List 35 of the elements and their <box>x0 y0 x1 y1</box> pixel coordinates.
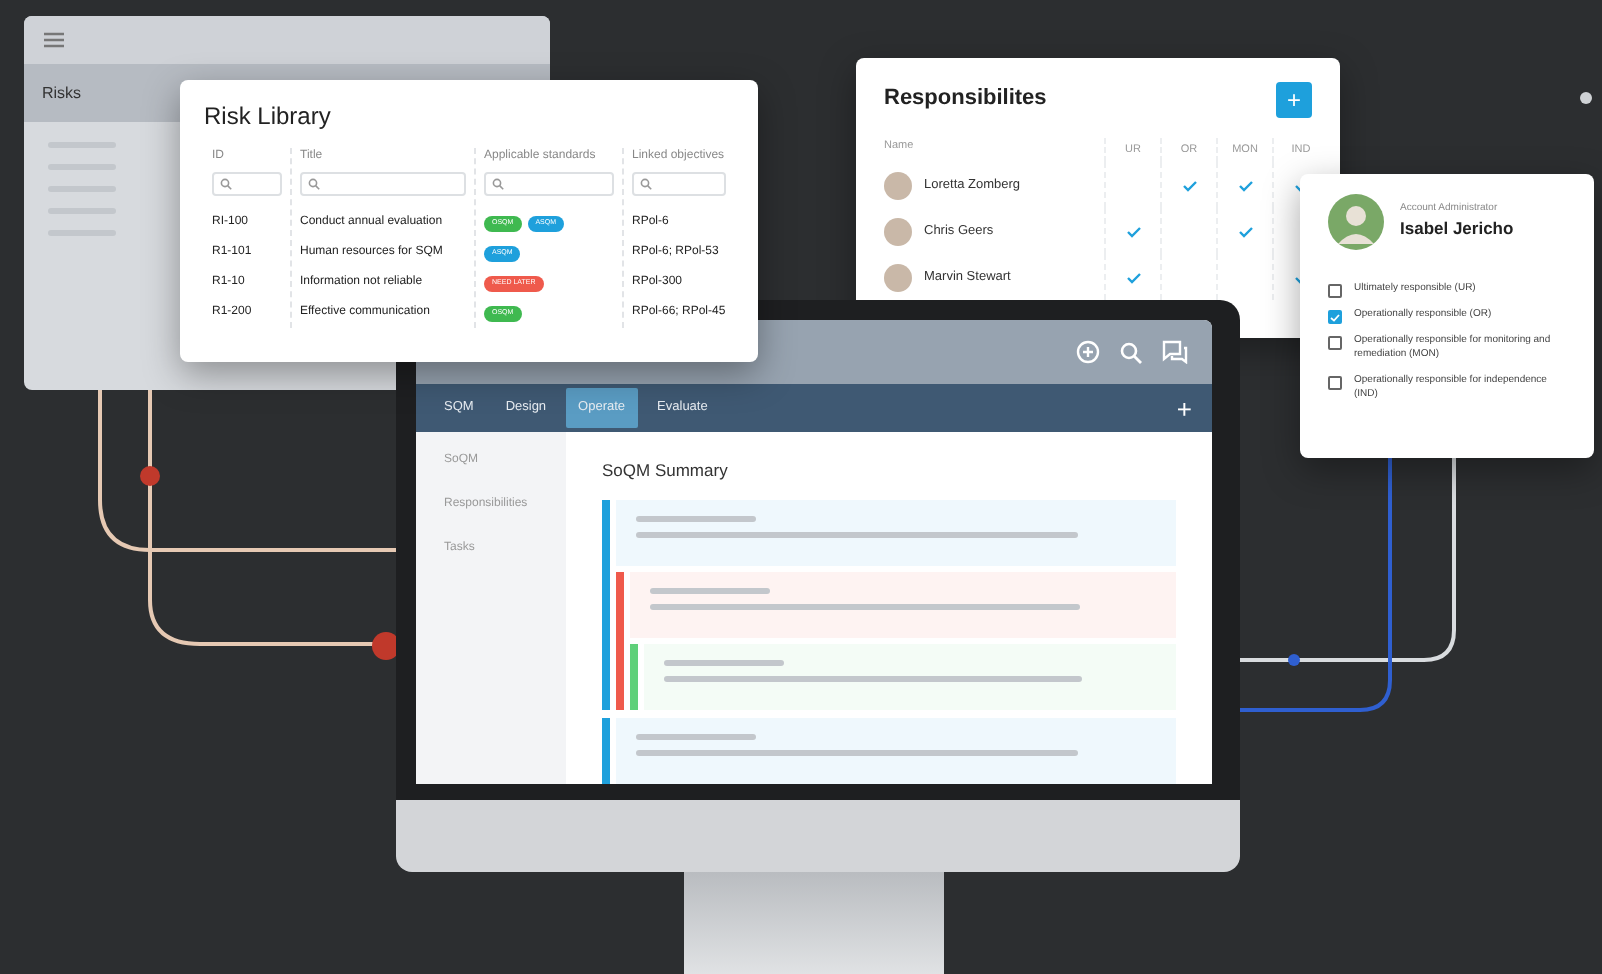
window-title: Risks <box>42 81 82 105</box>
avatar <box>884 171 912 199</box>
search-field[interactable] <box>300 172 466 197</box>
avatar <box>884 217 912 245</box>
search-field[interactable] <box>212 172 282 197</box>
checkbox[interactable] <box>1328 284 1342 298</box>
checkbox[interactable] <box>1328 375 1342 389</box>
add-button[interactable]: + <box>1172 395 1196 421</box>
placeholder-line <box>650 588 770 595</box>
user-name: Isabel Jericho <box>1400 216 1514 243</box>
placeholder-line <box>664 660 784 667</box>
menu-icon[interactable] <box>44 32 64 48</box>
search-field[interactable] <box>632 172 726 197</box>
search-icon <box>220 178 232 191</box>
add-button[interactable]: + <box>1276 82 1312 118</box>
avatar <box>884 263 912 291</box>
card-title: Risk Library <box>204 102 333 131</box>
placeholder-line <box>636 516 756 523</box>
search-icon <box>308 178 320 191</box>
placeholder-line <box>636 734 756 741</box>
chat-icon[interactable] <box>1162 340 1188 364</box>
add-circle-icon[interactable] <box>1076 340 1100 364</box>
section-title: SoQM Summary <box>602 460 730 481</box>
search-icon <box>492 178 504 191</box>
search-icon <box>640 178 652 191</box>
avatar-icon <box>1328 194 1384 250</box>
checkbox[interactable] <box>1328 336 1342 350</box>
connector-dot <box>140 466 160 486</box>
checkbox[interactable] <box>1328 310 1342 324</box>
card-title: Responsibilites <box>884 86 1047 114</box>
search-field[interactable] <box>484 172 614 197</box>
dot-icon <box>1580 92 1592 104</box>
connector-dot <box>372 632 400 660</box>
search-icon[interactable] <box>1120 341 1142 363</box>
connector-dot <box>1288 654 1300 666</box>
